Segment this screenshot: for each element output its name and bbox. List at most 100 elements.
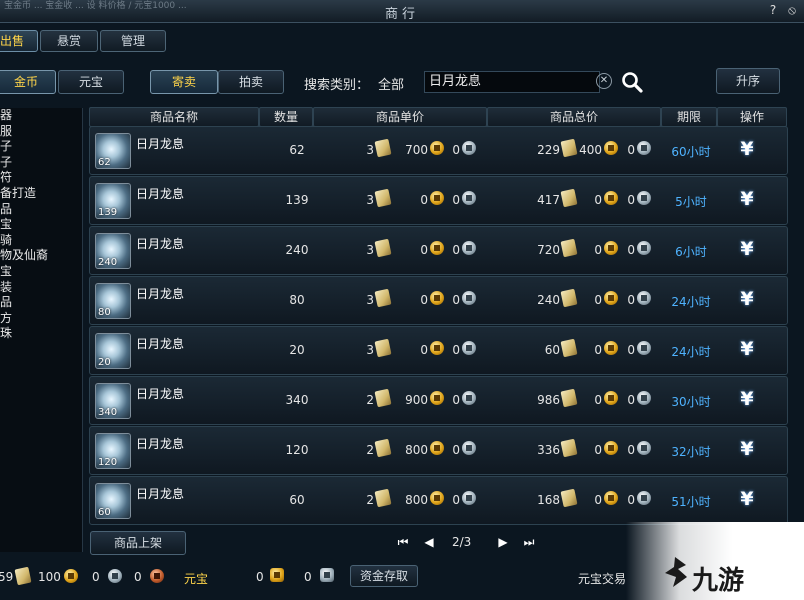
item-icon[interactable]: 80: [95, 283, 131, 319]
unit-price-silver: 0: [452, 293, 460, 307]
sidebar-item[interactable]: 骑: [0, 233, 82, 249]
sidebar-item[interactable]: 子: [0, 155, 82, 171]
total-price-gold: 0: [594, 193, 602, 207]
unit-price-gold: 700: [405, 143, 428, 157]
item-icon[interactable]: 340: [95, 383, 131, 419]
search-category-label: 搜索类别：: [304, 78, 370, 93]
col-header-duration[interactable]: 期限: [661, 107, 717, 127]
total-price-ingot: 229: [537, 143, 560, 157]
item-name: 日月龙息: [136, 237, 185, 251]
buy-icon[interactable]: ¥: [737, 238, 757, 260]
sidebar-item[interactable]: 品: [0, 202, 82, 218]
gold-coin-icon: [430, 191, 444, 205]
item-icon[interactable]: 139: [95, 183, 131, 219]
silver-coin-icon: [637, 291, 651, 305]
item-icon[interactable]: 240: [95, 233, 131, 269]
unit-price-silver: 0: [452, 193, 460, 207]
item-stack-count: 20: [98, 357, 111, 368]
item-icon[interactable]: 60: [95, 483, 131, 519]
item-stack-count: 60: [98, 507, 111, 518]
listing-duration: 5小时: [675, 195, 707, 209]
tab-sell[interactable]: 出售: [0, 30, 38, 52]
listing-duration: 24小时: [671, 295, 711, 309]
item-name: 日月龙息: [136, 437, 185, 451]
silver-coin-icon: [637, 441, 651, 455]
table-row[interactable]: 60 日月龙息 60 2 800 0 168 0 0 51小时 ¥: [89, 476, 788, 525]
tab-manage[interactable]: 管理: [100, 30, 166, 52]
table-row[interactable]: 62 日月龙息 62 3 700 0 229 400 0 60小时 ¥: [89, 126, 788, 175]
buy-icon[interactable]: ¥: [737, 338, 757, 360]
sidebar-item[interactable]: 品: [0, 295, 82, 311]
last-page-icon[interactable]: ⏭: [521, 534, 537, 550]
sidebar-item[interactable]: 珠: [0, 326, 82, 342]
buy-icon[interactable]: ¥: [737, 438, 757, 460]
sidebar-item[interactable]: 器: [0, 108, 82, 124]
first-page-icon[interactable]: ⏮: [395, 534, 411, 550]
buy-icon[interactable]: ¥: [737, 288, 757, 310]
total-price-gold: 0: [594, 493, 602, 507]
buy-icon[interactable]: ¥: [737, 188, 757, 210]
table-row[interactable]: 340 日月龙息 340 2 900 0 986 0 0 30小时 ¥: [89, 376, 788, 425]
silver-coin-icon: [637, 241, 651, 255]
item-name: 日月龙息: [136, 337, 185, 351]
tab-bounty[interactable]: 悬赏: [40, 30, 98, 52]
unit-price-ingot: 2: [366, 443, 374, 457]
gold-ingot-icon: [14, 566, 32, 586]
col-header-name[interactable]: 商品名称: [89, 107, 259, 127]
item-icon[interactable]: 120: [95, 433, 131, 469]
sort-button[interactable]: 升序: [716, 68, 780, 94]
item-stack-count: 340: [98, 407, 118, 418]
tab-auction[interactable]: 拍卖: [218, 70, 284, 94]
item-quantity: 240: [285, 243, 309, 257]
sidebar-item[interactable]: 宝: [0, 217, 82, 233]
unit-price-ingot: 3: [366, 243, 374, 257]
item-icon[interactable]: 20: [95, 333, 131, 369]
yuanbao-trade-link[interactable]: 元宝交易: [578, 570, 626, 587]
sidebar-item[interactable]: 物及仙裔: [0, 248, 82, 264]
sidebar-item[interactable]: 符: [0, 170, 82, 186]
buy-icon[interactable]: ¥: [737, 138, 757, 160]
col-header-qty[interactable]: 数量: [259, 107, 313, 127]
prev-page-icon[interactable]: ◀: [421, 534, 437, 550]
total-price-silver: 0: [627, 293, 635, 307]
deposit-button[interactable]: 资金存取: [350, 565, 418, 587]
search-icon[interactable]: [620, 70, 644, 94]
col-header-total-price[interactable]: 商品总价: [487, 107, 661, 127]
table-row[interactable]: 20 日月龙息 20 3 0 0 60 0 0 24小时 ¥: [89, 326, 788, 375]
item-quantity: 80: [289, 293, 305, 307]
table-row[interactable]: 120 日月龙息 120 2 800 0 336 0 0 32小时 ¥: [89, 426, 788, 475]
table-row[interactable]: 80 日月龙息 80 3 0 0 240 0 0 24小时 ¥: [89, 276, 788, 325]
unit-price-ingot: 3: [366, 343, 374, 357]
col-header-unit-price[interactable]: 商品单价: [313, 107, 487, 127]
tab-consign[interactable]: 寄卖: [150, 70, 218, 94]
silver-coin-icon: [108, 569, 122, 583]
sidebar-item[interactable]: 子: [0, 139, 82, 155]
tab-gold[interactable]: 金币: [0, 70, 56, 94]
item-icon[interactable]: 62: [95, 133, 131, 169]
buy-icon[interactable]: ¥: [737, 388, 757, 410]
silver-coin-icon: [637, 491, 651, 505]
list-item-button[interactable]: 商品上架: [90, 531, 186, 555]
sidebar-item[interactable]: 装: [0, 280, 82, 296]
tab-yuanbao[interactable]: 元宝: [58, 70, 124, 94]
search-input[interactable]: 日月龙息: [424, 71, 600, 93]
close-icon[interactable]: ⦸: [785, 3, 799, 17]
clear-icon[interactable]: ✕: [596, 73, 612, 89]
sidebar-item[interactable]: 服: [0, 124, 82, 140]
unit-price-gold: 0: [420, 193, 428, 207]
sidebar-item[interactable]: 方: [0, 311, 82, 327]
search-category-value[interactable]: 全部: [378, 74, 404, 93]
item-quantity: 120: [285, 443, 309, 457]
sidebar-item[interactable]: 宝: [0, 264, 82, 280]
table-row[interactable]: 240 日月龙息 240 3 0 0 720 0 0 6小时 ¥: [89, 226, 788, 275]
ingot-icon: [374, 488, 392, 508]
total-price-silver: 0: [627, 393, 635, 407]
buy-icon[interactable]: ¥: [737, 488, 757, 510]
next-page-icon[interactable]: ▶: [495, 534, 511, 550]
table-row[interactable]: 139 日月龙息 139 3 0 0 417 0 0 5小时 ¥: [89, 176, 788, 225]
help-icon[interactable]: ?: [766, 3, 780, 17]
sidebar-item[interactable]: 备打造: [0, 186, 82, 202]
unit-price-silver: 0: [452, 493, 460, 507]
gold-coin-icon: [430, 391, 444, 405]
total-price-silver: 0: [627, 493, 635, 507]
